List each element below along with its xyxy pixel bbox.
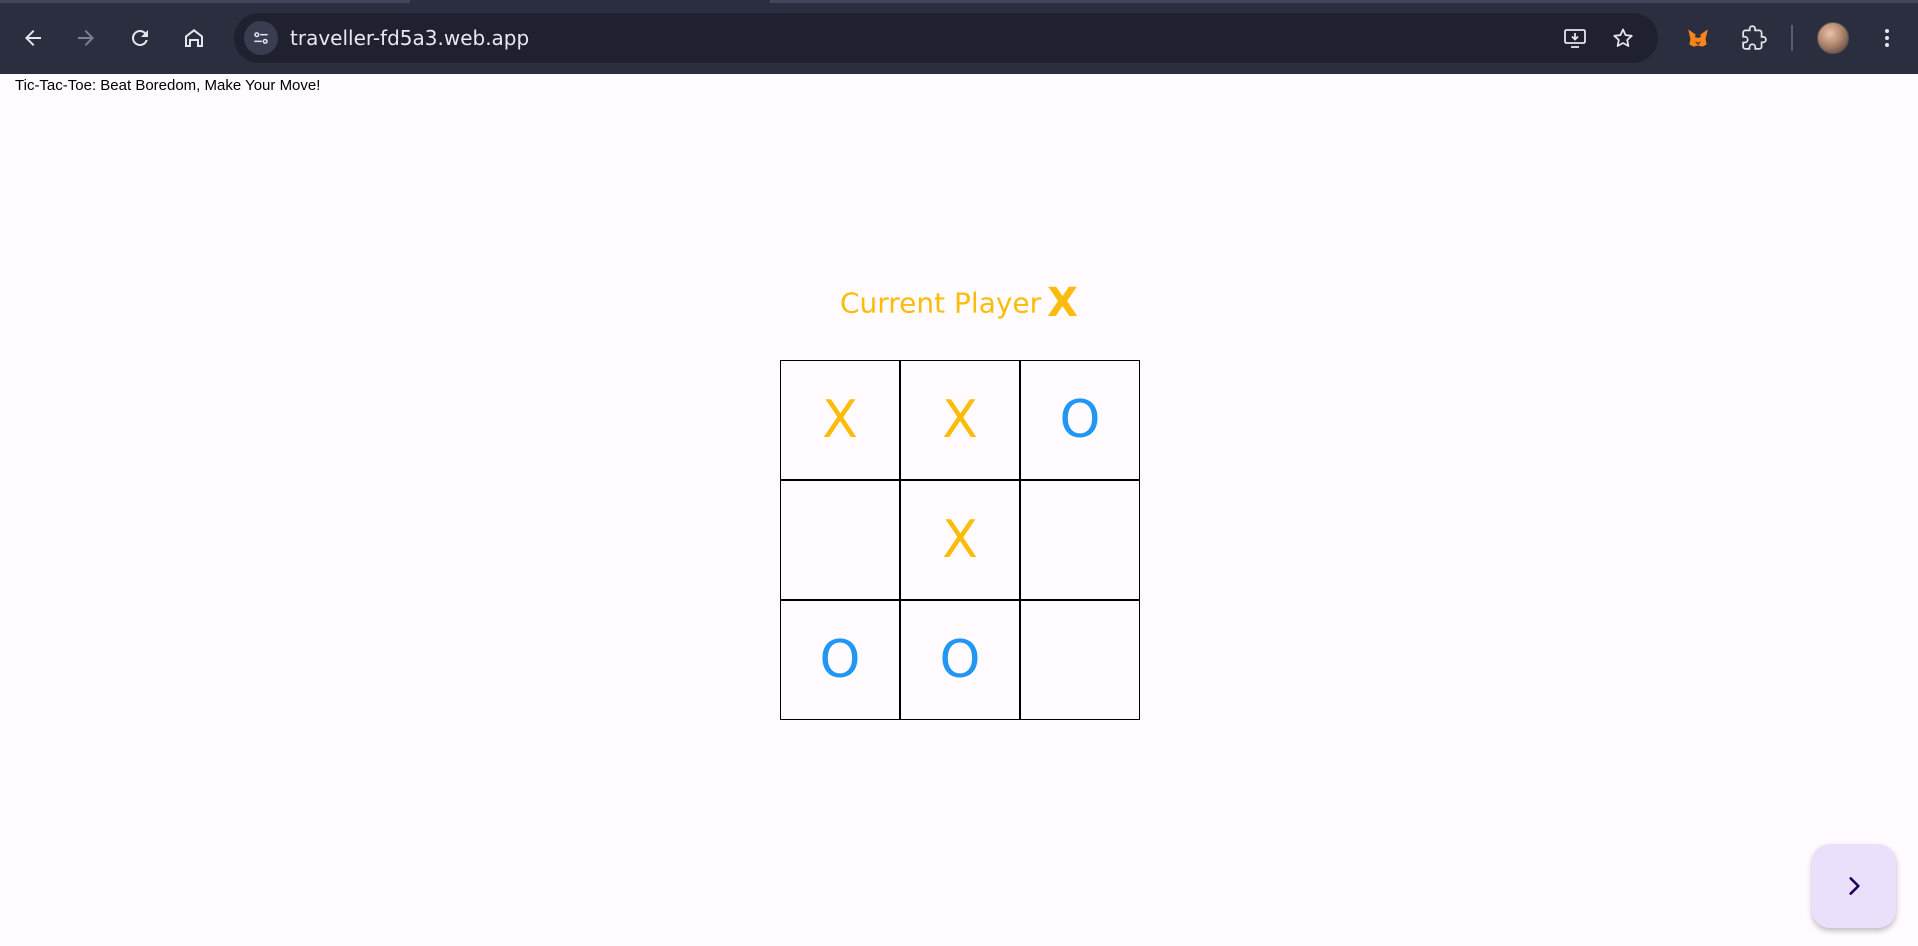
reload-button[interactable] [120,18,160,58]
address-bar[interactable]: traveller-fd5a3.web.app [234,13,1658,63]
reload-icon [131,29,148,46]
back-button[interactable] [13,18,53,58]
browser-toolbar: traveller-fd5a3.web.app [0,0,1918,74]
board-cell-r3c1[interactable]: O [780,600,900,720]
arrow-left-icon [25,30,41,46]
arrow-right-icon [78,30,94,46]
board-cell-r3c3[interactable] [1020,600,1140,720]
puzzle-icon [1742,25,1767,50]
board-cell-r1c3[interactable]: O [1020,360,1140,480]
board-cell-r1c2[interactable]: X [900,360,1020,480]
page-title: Tic-Tac-Toe: Beat Boredom, Make Your Mov… [15,77,321,94]
install-app-icon [1564,29,1586,48]
profile-avatar[interactable] [1817,22,1849,54]
kebab-menu-icon [1885,29,1889,47]
browser-menu-button[interactable] [1870,21,1904,55]
status-label: Current Player [839,286,1042,320]
home-icon [185,29,203,47]
site-info-button[interactable] [244,21,278,55]
bookmark-button[interactable] [1610,25,1636,51]
toolbar-separator [1791,25,1793,51]
tab-strip-edge [0,0,410,3]
home-button[interactable] [174,18,214,58]
board-cell-r2c2[interactable]: X [900,480,1020,600]
tune-icon [254,32,268,44]
current-player-mark: X [1047,280,1079,326]
current-player-status: Current Player X [0,280,1918,326]
board-cell-r2c3[interactable] [1020,480,1140,600]
board-cell-r3c2[interactable]: O [900,600,1020,720]
install-app-button[interactable] [1562,25,1588,51]
extensions-button[interactable] [1737,21,1771,55]
url-text[interactable]: traveller-fd5a3.web.app [290,26,529,50]
star-icon [1613,28,1633,47]
next-button[interactable] [1812,844,1896,928]
forward-button[interactable] [66,18,106,58]
board-cell-r2c1[interactable] [780,480,900,600]
board-cell-r1c1[interactable]: X [780,360,900,480]
tab-strip-edge [770,0,1918,3]
metamask-fox-icon [1688,29,1708,47]
chevron-right-icon [1849,877,1860,895]
metamask-extension-button[interactable] [1681,21,1715,55]
game-board: X X O X O O [780,360,1140,720]
